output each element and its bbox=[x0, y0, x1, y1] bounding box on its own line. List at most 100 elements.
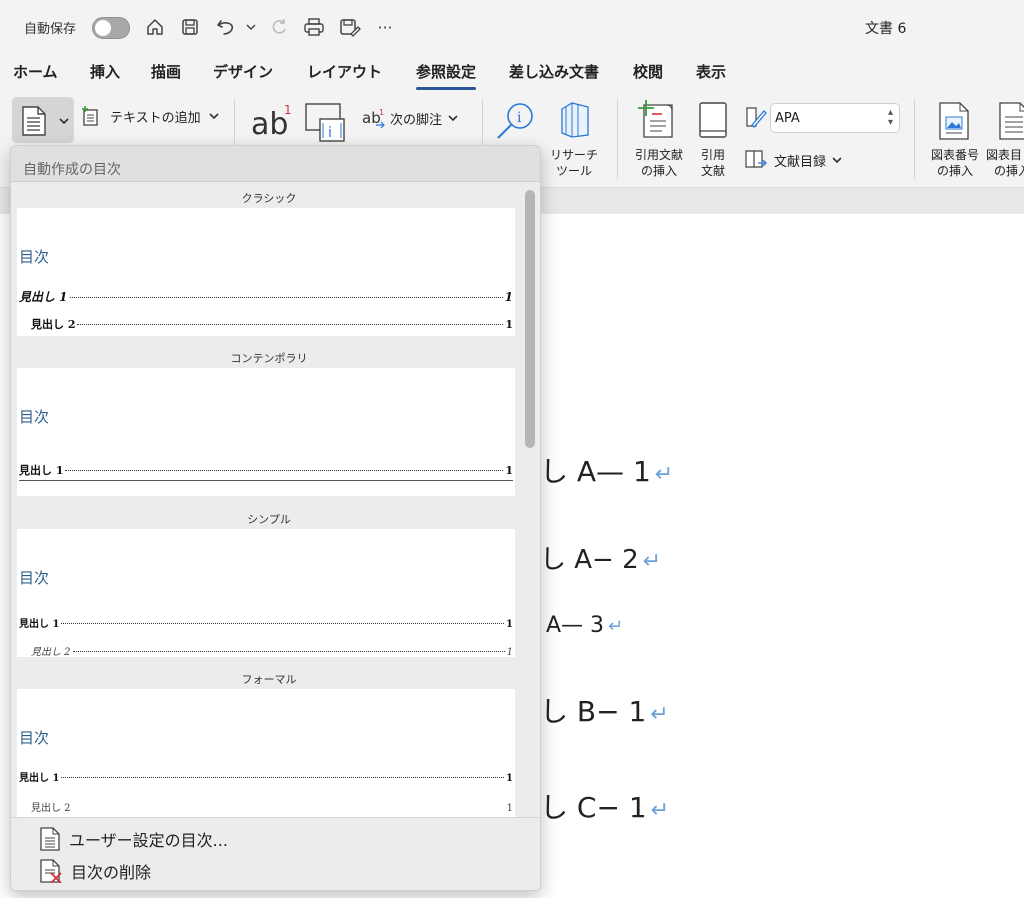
stepper-icon: ▴ ▾ bbox=[887, 107, 893, 128]
bibliography-icon bbox=[745, 150, 767, 168]
smart-lookup-button[interactable]: i bbox=[494, 99, 538, 147]
save-icon[interactable] bbox=[178, 14, 202, 40]
paragraph-mark-icon: ↵ bbox=[650, 798, 670, 823]
more-icon[interactable]: ··· bbox=[373, 14, 397, 40]
tab-view[interactable]: 表示 bbox=[696, 61, 726, 82]
toc-option-formal[interactable]: 目次 見出し 11 見出し 21 bbox=[17, 689, 515, 817]
toc-option-simple[interactable]: 目次 見出し 11 見出し 21 bbox=[17, 529, 515, 657]
toc-preview-row: 見出し 21 bbox=[31, 803, 513, 814]
chevron-down-icon bbox=[59, 118, 69, 125]
citation-style-select[interactable]: APA ▴ ▾ bbox=[770, 103, 900, 133]
toc-preview-underline bbox=[19, 480, 513, 481]
table-of-figures-icon bbox=[999, 102, 1024, 140]
citation-style-value: APA bbox=[775, 111, 800, 126]
tab-draw[interactable]: 描画 bbox=[151, 61, 181, 82]
tab-review[interactable]: 校閲 bbox=[633, 61, 663, 82]
next-footnote-label: 次の脚注 bbox=[390, 112, 443, 128]
remove-toc-label: 目次の削除 bbox=[71, 863, 152, 882]
custom-toc-label: ユーザー設定の目次... bbox=[69, 831, 228, 850]
custom-toc-menu-item[interactable]: ユーザー設定の目次... bbox=[39, 826, 228, 852]
custom-toc-icon bbox=[40, 827, 60, 851]
toc-preview-title: 目次 bbox=[19, 248, 50, 266]
toc-section-title: フォーマル bbox=[241, 673, 297, 686]
save-as-icon[interactable] bbox=[338, 14, 362, 40]
bibliography-button[interactable]: 文献目録 bbox=[744, 149, 842, 171]
autosave-label: 自動保存 bbox=[24, 22, 77, 37]
toc-document-icon bbox=[22, 106, 46, 136]
toc-preview-row: 見出し 11 bbox=[19, 464, 513, 477]
svg-text:i: i bbox=[517, 110, 522, 126]
toc-preview-row: 見出し 11 bbox=[19, 773, 513, 784]
toc-preview-row: 見出し 21 bbox=[31, 318, 513, 331]
redo-icon[interactable] bbox=[267, 14, 291, 40]
tab-home[interactable]: ホーム bbox=[13, 61, 58, 82]
toc-dropdown-menu: 自動作成の目次 クラシック 目次 見出し 11 見出し 21 コンテンポラリ 目… bbox=[10, 145, 541, 891]
svg-text:ab: ab bbox=[362, 109, 381, 127]
document-title: 文書 6 bbox=[865, 21, 907, 37]
paragraph-mark-icon: ↵ bbox=[608, 616, 624, 637]
toc-dropdown-header: 自動作成の目次 bbox=[11, 146, 540, 182]
toc-section-title: コンテンポラリ bbox=[230, 352, 308, 365]
tab-layout[interactable]: レイアウト bbox=[307, 61, 382, 82]
citations-button[interactable] bbox=[698, 101, 728, 145]
researcher-button[interactable] bbox=[556, 99, 592, 143]
footnote-icon: ab1 bbox=[251, 103, 292, 142]
insert-footnote-button[interactable]: ab 1 bbox=[250, 101, 294, 145]
citation-style-icon bbox=[744, 105, 768, 133]
toc-preview-title: 目次 bbox=[19, 729, 50, 747]
home-icon[interactable] bbox=[143, 14, 167, 40]
toc-option-contemporary[interactable]: 目次 見出し 11 bbox=[17, 368, 515, 496]
gallery-scrollbar-thumb[interactable] bbox=[525, 190, 535, 448]
toc-preview-title: 目次 bbox=[19, 408, 50, 426]
toc-option-classic[interactable]: 目次 見出し 11 見出し 21 bbox=[17, 208, 515, 336]
tab-insert[interactable]: 挿入 bbox=[90, 61, 120, 82]
insert-caption-button[interactable] bbox=[938, 101, 970, 145]
document-heading[interactable]: し A— 1 ↵ bbox=[540, 450, 673, 490]
remove-toc-icon bbox=[40, 859, 62, 883]
insert-citation-button[interactable] bbox=[636, 99, 678, 145]
autosave-toggle[interactable] bbox=[92, 17, 130, 39]
toc-section-title: クラシック bbox=[241, 192, 297, 205]
insert-caption-label: 図表番号 の挿入 bbox=[930, 148, 979, 178]
chevron-down-icon[interactable] bbox=[244, 14, 258, 40]
toc-preview-row: 見出し 21 bbox=[31, 647, 513, 657]
paragraph-mark-icon: ↵ bbox=[650, 702, 669, 727]
gallery-scrollbar-track[interactable] bbox=[523, 182, 537, 853]
svg-text:1: 1 bbox=[379, 108, 384, 117]
undo-icon[interactable] bbox=[214, 14, 238, 40]
table-of-contents-button[interactable] bbox=[12, 97, 74, 143]
add-text-icon bbox=[82, 106, 98, 126]
tab-references[interactable]: 参照設定 bbox=[416, 61, 477, 90]
toc-preview-row: 見出し 11 bbox=[19, 290, 513, 304]
insert-citation-label: 引用文献 の挿入 bbox=[634, 148, 683, 178]
svg-text:1: 1 bbox=[284, 103, 292, 117]
svg-text:ab: ab bbox=[251, 107, 288, 141]
tab-mailings[interactable]: 差し込み文書 bbox=[509, 61, 599, 82]
toc-gallery[interactable]: クラシック 目次 見出し 11 見出し 21 コンテンポラリ 目次 見出し 11… bbox=[11, 182, 527, 817]
next-footnote-icon: ab1 bbox=[362, 108, 385, 129]
tab-design[interactable]: デザイン bbox=[213, 61, 273, 82]
toc-preview-row: 見出し 11 bbox=[19, 619, 513, 630]
print-icon[interactable] bbox=[302, 14, 326, 40]
book-icon bbox=[699, 102, 727, 138]
insert-caption-icon bbox=[939, 102, 969, 140]
next-footnote-button[interactable]: ab 1 次の脚注 bbox=[362, 107, 458, 129]
smart-lookup-icon: i bbox=[497, 103, 533, 139]
paragraph-mark-icon: ↵ bbox=[654, 462, 674, 487]
document-heading[interactable]: し C− 1 ↵ bbox=[540, 786, 669, 826]
researcher-label: リサーチ ツール bbox=[549, 148, 598, 178]
table-of-figures-label: 図表目 の挿入 bbox=[986, 148, 1024, 178]
toc-preview-title: 目次 bbox=[19, 569, 50, 587]
title-bar: 自動保存 ··· 文書 6 bbox=[0, 0, 1024, 55]
insert-table-of-figures-button[interactable] bbox=[998, 101, 1024, 145]
chevron-down-icon bbox=[448, 115, 458, 122]
chevron-down-icon bbox=[209, 113, 219, 120]
remove-toc-menu-item[interactable]: 目次の削除 bbox=[39, 858, 151, 884]
document-heading[interactable]: し B− 1 ↵ bbox=[540, 690, 669, 730]
document-heading[interactable]: し A− 2 ↵ bbox=[540, 539, 661, 576]
insert-endnote-button[interactable]: i bbox=[304, 103, 348, 147]
endnote-icon: i bbox=[305, 103, 345, 142]
add-text-button[interactable]: テキストの追加 bbox=[80, 105, 219, 127]
document-heading[interactable]: A— 3 ↵ bbox=[546, 613, 623, 638]
ribbon-tabs: ホーム 挿入 描画 デザイン レイアウト 参照設定 差し込み文書 校閲 表示 bbox=[0, 55, 1024, 91]
